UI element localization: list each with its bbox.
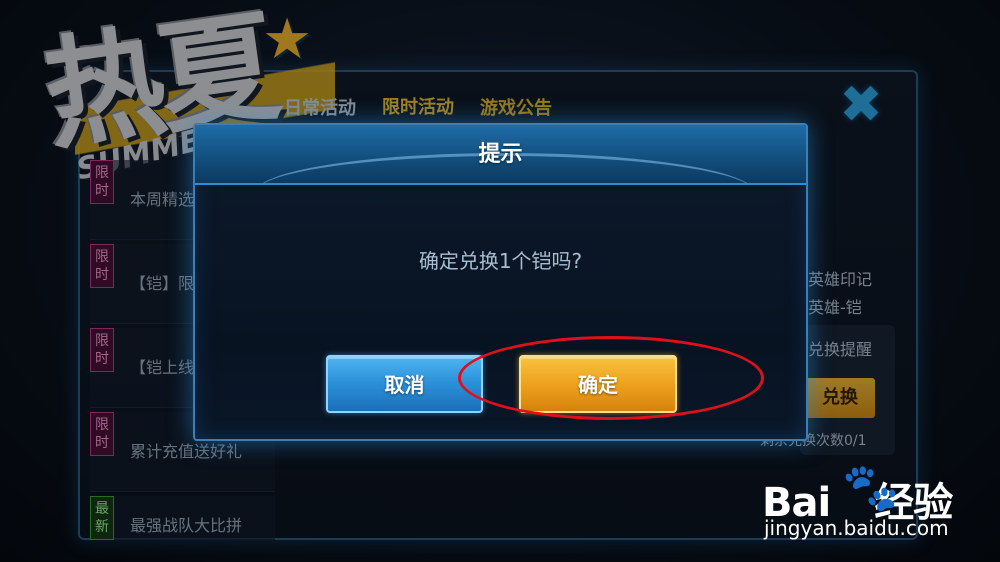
paw-icon: 🐾 [842,460,900,514]
dialog-title: 提示 [478,142,523,167]
baidu-watermark: Bai 经验 🐾 jingyan.baidu.com [762,452,992,547]
confirm-dialog: 提示 确定兑换1个铠吗? 取消 确定 [193,123,808,441]
cancel-button[interactable]: 取消 [326,355,483,413]
dialog-message: 确定兑换1个铠吗? [418,249,583,273]
confirm-button[interactable]: 确定 [519,355,677,413]
dialog-header: 提示 [195,125,806,185]
watermark-url: jingyan.baidu.com [764,516,949,540]
